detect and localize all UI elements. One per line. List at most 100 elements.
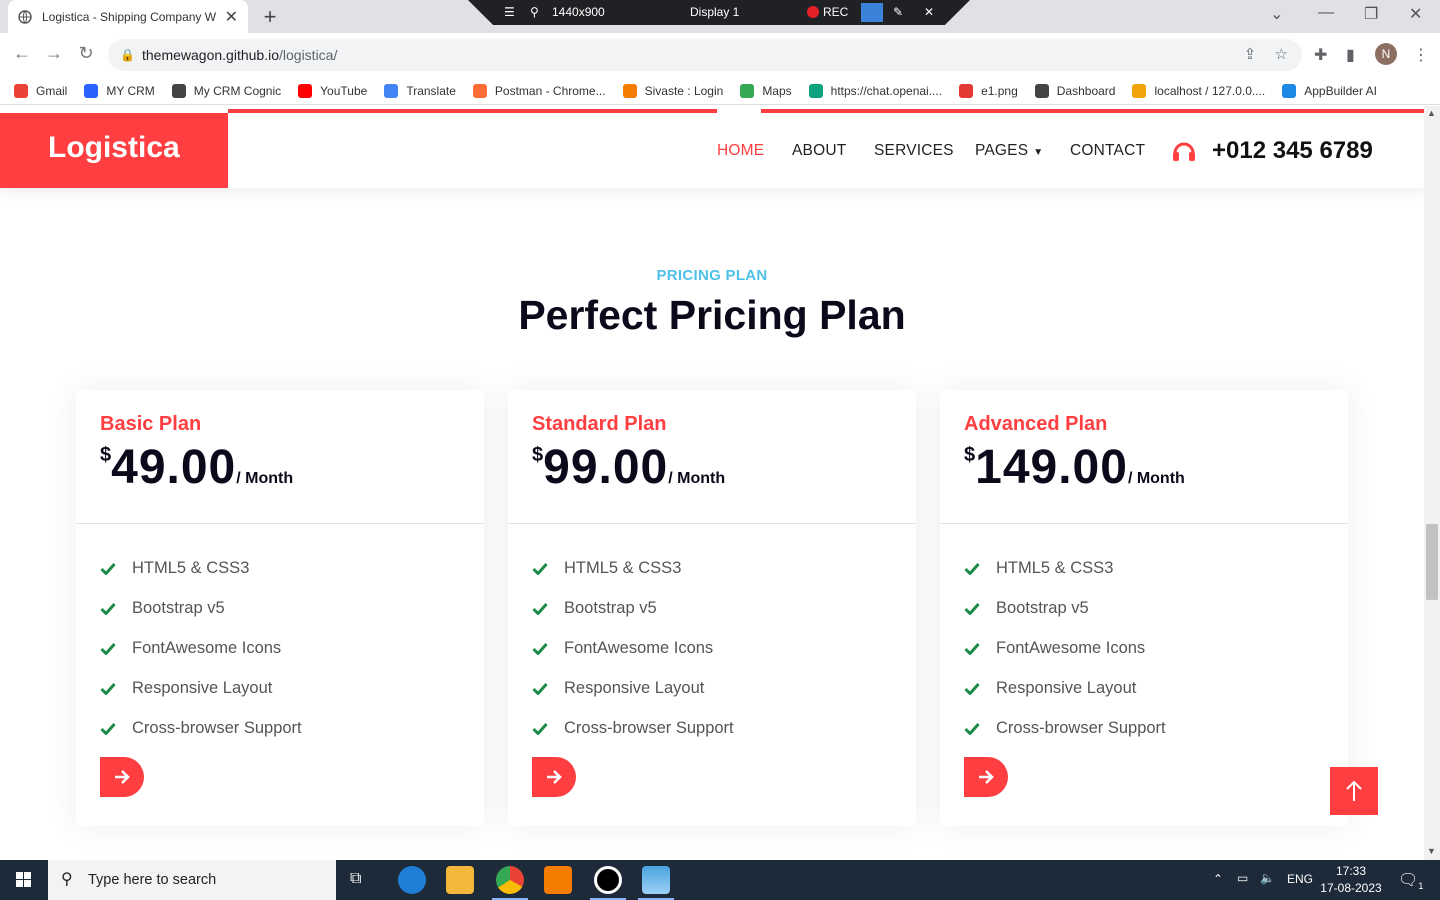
browser-tab-active[interactable]: Logistica - Shipping Company W ✕ xyxy=(8,0,248,33)
new-tab-button[interactable]: + xyxy=(258,4,282,30)
feature-item: Bootstrap v5 xyxy=(532,588,916,628)
bookmark-label: Dashboard xyxy=(1056,83,1116,98)
side-panel-icon[interactable]: ▮ xyxy=(1346,45,1355,65)
tab-search-icon[interactable]: ⌄ xyxy=(1270,4,1283,24)
feature-label: Bootstrap v5 xyxy=(132,598,225,617)
bookmark-label: Postman - Chrome... xyxy=(494,83,606,98)
bookmark-item[interactable]: Translate xyxy=(384,83,456,98)
xampp-icon[interactable] xyxy=(544,866,572,894)
header-phone[interactable]: +012 345 6789 xyxy=(1212,137,1373,165)
nav-home[interactable]: HOME xyxy=(717,142,764,160)
bookmark-item[interactable]: Maps xyxy=(740,83,792,98)
bookmark-item[interactable]: Gmail xyxy=(14,83,68,98)
extensions-icon[interactable]: ✚ xyxy=(1314,45,1327,65)
page-scrollbar[interactable]: ▲ ▼ xyxy=(1424,106,1440,860)
nav-services[interactable]: SERVICES xyxy=(874,142,954,160)
rec-button[interactable]: REC xyxy=(807,5,848,19)
scroll-thumb[interactable] xyxy=(1426,524,1438,600)
bookmark-star-icon[interactable]: ☆ xyxy=(1275,46,1288,63)
url-path: /logistica/ xyxy=(279,47,338,63)
windows-start-icon[interactable] xyxy=(0,860,48,900)
pricing-card-header: Advanced Plan $149.00/ Month xyxy=(940,390,1348,524)
bookmark-item[interactable]: Sivaste : Login xyxy=(622,83,723,98)
bookmark-item[interactable]: Dashboard xyxy=(1034,83,1116,98)
nav-pages[interactable]: PAGES ▼ xyxy=(975,142,1043,160)
check-icon xyxy=(964,562,980,575)
pin-icon[interactable]: ⚲ xyxy=(530,5,539,19)
feature-item: FontAwesome Icons xyxy=(532,628,916,668)
window-close-icon[interactable]: ✕ xyxy=(1409,4,1422,24)
feature-label: Bootstrap v5 xyxy=(564,598,657,617)
bookmark-item[interactable]: e1.png xyxy=(959,83,1018,98)
photos-icon[interactable] xyxy=(642,866,670,894)
feature-label: Cross-browser Support xyxy=(564,718,734,737)
feature-label: FontAwesome Icons xyxy=(132,638,282,657)
menu-icon[interactable]: ☰ xyxy=(504,5,515,19)
recorder-app-icon[interactable] xyxy=(594,866,622,894)
language-indicator[interactable]: ENG xyxy=(1287,872,1313,886)
arrow-up-icon xyxy=(1346,780,1362,801)
plan-select-button[interactable] xyxy=(532,757,576,797)
bookmark-favicon-icon xyxy=(740,83,755,98)
notification-icon[interactable]: 🗨1 xyxy=(1398,870,1423,891)
task-view-icon[interactable]: ⧉ xyxy=(350,870,361,888)
feature-label: HTML5 & CSS3 xyxy=(132,558,250,577)
bookmark-label: e1.png xyxy=(981,83,1018,98)
check-icon xyxy=(532,682,548,695)
restore-icon[interactable]: ❐ xyxy=(1364,4,1378,24)
currency-symbol: $ xyxy=(532,444,544,466)
brand-logo[interactable]: Logistica xyxy=(0,113,228,188)
check-icon xyxy=(100,682,116,695)
bookmark-favicon-icon xyxy=(1282,83,1297,98)
bookmark-favicon-icon xyxy=(84,83,99,98)
taskbar-search-placeholder: Type here to search xyxy=(88,872,217,888)
forward-icon[interactable]: → xyxy=(42,43,66,64)
check-icon xyxy=(100,602,116,615)
bookmark-item[interactable]: AppBuilder AI xyxy=(1282,83,1377,98)
bookmark-item[interactable]: MY CRM xyxy=(84,83,155,98)
back-icon[interactable]: ← xyxy=(10,43,34,64)
feature-item: Responsive Layout xyxy=(100,668,484,708)
tray-chevron-icon[interactable]: ⌃ xyxy=(1213,872,1223,886)
taskbar-clock[interactable]: 17:33 17-08-2023 xyxy=(1316,863,1386,897)
scroll-up-icon[interactable]: ▲ xyxy=(1427,108,1436,118)
bookmark-item[interactable]: My CRM Cognic xyxy=(171,83,281,98)
bookmark-item[interactable]: YouTube xyxy=(298,83,367,98)
price-amount: 49.00 xyxy=(111,441,237,494)
edge-icon[interactable] xyxy=(398,866,426,894)
scroll-down-icon[interactable]: ▼ xyxy=(1427,846,1436,856)
feature-item: Cross-browser Support xyxy=(964,708,1348,748)
accent-line-gap xyxy=(717,109,761,113)
pen-icon[interactable]: ✎ xyxy=(893,5,903,19)
nav-about[interactable]: ABOUT xyxy=(792,142,846,160)
feature-item: Responsive Layout xyxy=(532,668,916,708)
volume-icon[interactable]: 🔈 xyxy=(1260,871,1275,885)
share-icon[interactable]: ⇪ xyxy=(1244,46,1257,63)
tab-close-icon[interactable]: ✕ xyxy=(225,7,238,27)
bookmark-label: https://chat.openai.... xyxy=(830,83,943,98)
bookmark-item[interactable]: https://chat.openai.... xyxy=(808,83,943,98)
bookmark-label: Gmail xyxy=(36,83,68,98)
bookmark-favicon-icon xyxy=(472,83,487,98)
camera-icon[interactable] xyxy=(861,3,883,22)
network-icon[interactable]: ▭ xyxy=(1237,871,1248,885)
bookmark-item[interactable]: Postman - Chrome... xyxy=(472,83,606,98)
minimize-icon[interactable]: — xyxy=(1318,4,1334,22)
back-to-top-button[interactable] xyxy=(1330,767,1378,815)
recorder-close-icon[interactable]: ✕ xyxy=(924,5,934,19)
bookmark-item[interactable]: localhost / 127.0.0.... xyxy=(1132,83,1265,98)
plan-select-button[interactable] xyxy=(964,757,1008,797)
reload-icon[interactable]: ↻ xyxy=(74,43,98,64)
site-header: Logistica HOME ABOUT SERVICES PAGES ▼ CON… xyxy=(0,106,1424,188)
file-explorer-icon[interactable] xyxy=(446,866,474,894)
plan-select-button[interactable] xyxy=(100,757,144,797)
taskbar-search-input[interactable]: ⚲ Type here to search xyxy=(48,860,336,900)
chrome-icon[interactable] xyxy=(496,866,524,894)
bookmark-favicon-icon xyxy=(622,83,637,98)
nav-contact[interactable]: CONTACT xyxy=(1070,142,1145,160)
profile-avatar[interactable]: N xyxy=(1375,43,1397,65)
pricing-card: Advanced Plan $149.00/ Month HTML5 & CSS3 B… xyxy=(940,390,1348,826)
browser-menu-icon[interactable]: ⋮ xyxy=(1413,45,1429,65)
feature-label: Cross-browser Support xyxy=(132,718,302,737)
url-bar[interactable]: 🔒 themewagon.github.io/logistica/ ⇪ ☆ xyxy=(108,39,1302,71)
